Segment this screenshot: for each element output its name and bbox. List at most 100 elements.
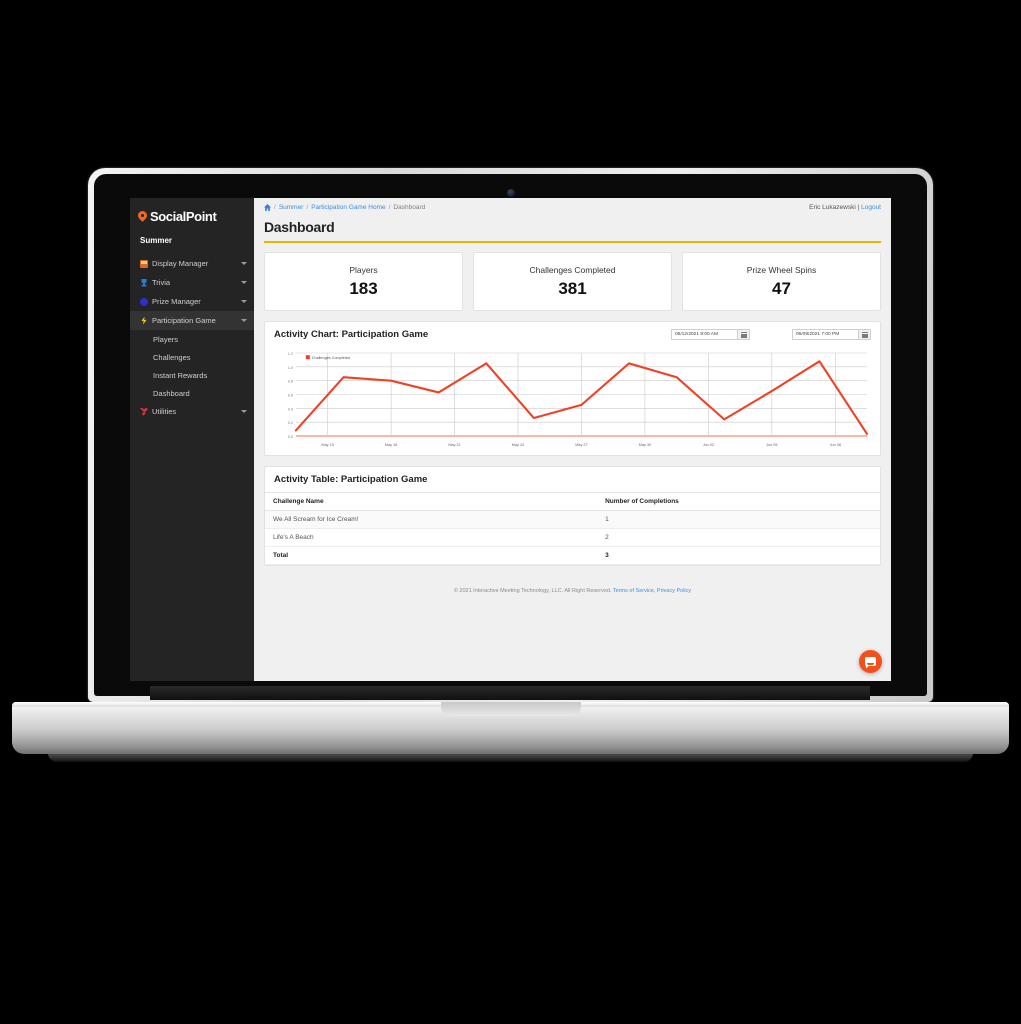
svg-text:Challenges Completed: Challenges Completed — [312, 356, 350, 360]
footer: © 2021 Interactive Meeting Technology, L… — [264, 566, 881, 594]
page-header: Dashboard — [254, 217, 891, 243]
chart-container: 0.0 0.2 0.4 0.6 0.8 1.0 1.2 May 15 May 18 May 21 M… — [265, 347, 880, 455]
svg-text:Jun 02: Jun 02 — [703, 443, 714, 447]
sidebar-item-utilities[interactable]: Utilities — [130, 402, 254, 421]
home-icon[interactable] — [264, 204, 271, 211]
svg-text:0.8: 0.8 — [288, 380, 293, 384]
content-area: Players 183 Challenges Completed 381 Pri… — [254, 243, 891, 594]
lid-shadow — [150, 686, 870, 700]
table-row: We All Scream for Ice Cream! 1 — [265, 510, 880, 529]
user-area: Eric Lukazewski | Logout — [809, 204, 881, 211]
column-header-challenge-name: Challenge Name — [265, 492, 598, 511]
calendar-icon — [740, 331, 747, 338]
sidebar-subitem-players[interactable]: Players — [130, 330, 254, 348]
sidebar-item-label: Display Manager — [152, 259, 209, 268]
stat-label: Players — [349, 264, 378, 275]
terms-link[interactable]: Terms of Service, — [613, 588, 655, 594]
activity-table-panel: Activity Table: Participation Game Chall… — [264, 466, 881, 566]
svg-text:0.0: 0.0 — [288, 435, 293, 439]
svg-text:May 27: May 27 — [575, 443, 587, 447]
column-header-number-of-completions: Number of Completions — [597, 492, 880, 511]
breadcrumb-item-participation-game-home[interactable]: Participation Game Home — [311, 204, 385, 211]
table-row: Life's A Beach 2 — [265, 528, 880, 547]
stat-card-challenges-completed: Challenges Completed 381 — [473, 252, 672, 311]
chart-svg: 0.0 0.2 0.4 0.6 0.8 1.0 1.2 May 15 May 18 May 21 M… — [288, 352, 869, 447]
svg-text:0.6: 0.6 — [288, 393, 293, 397]
svg-text:May 30: May 30 — [639, 443, 651, 447]
cell-completions: 1 — [597, 510, 880, 529]
privacy-link[interactable]: Privacy Policy — [657, 588, 691, 594]
sidebar-item-label: Trivia — [152, 278, 171, 287]
sidebar-item-display-manager[interactable]: Display Manager — [130, 254, 254, 273]
topbar: / Summer / Participation Game Home / Das… — [254, 198, 891, 217]
stat-value: 47 — [772, 278, 791, 298]
svg-text:May 15: May 15 — [321, 443, 333, 447]
footer-copyright: © 2021 Interactive Meeting Technology, L… — [453, 588, 612, 594]
event-name: Summer — [140, 236, 173, 245]
svg-text:0.4: 0.4 — [288, 407, 293, 411]
sidebar-subitem-challenges[interactable]: Challenges — [130, 348, 254, 366]
trophy-icon — [141, 278, 147, 287]
chart-title: Activity Chart: Participation Game — [274, 329, 429, 340]
sidebar-item-trivia[interactable]: Trivia — [130, 273, 254, 292]
chevron-down-icon — [241, 410, 247, 413]
brand-name: SocialPoint — [150, 209, 217, 224]
stat-cards: Players 183 Challenges Completed 381 Pri… — [264, 252, 881, 311]
svg-text:1.2: 1.2 — [288, 352, 293, 356]
svg-text:May 21: May 21 — [448, 443, 460, 447]
cell-completions: 2 — [597, 528, 880, 547]
wrench-icon — [140, 407, 148, 416]
chat-bubble-icon — [865, 657, 876, 666]
user-divider: | — [857, 204, 860, 211]
stat-label: Challenges Completed — [529, 264, 616, 275]
chat-widget-button[interactable] — [859, 650, 882, 673]
cell-total-count: 3 — [597, 546, 880, 565]
breadcrumb-item-dashboard: Dashboard — [393, 204, 426, 211]
sidebar-subitem-dashboard[interactable]: Dashboard — [130, 384, 254, 402]
stat-label: Prize Wheel Spins — [746, 264, 817, 275]
start-date-input[interactable] — [671, 329, 737, 340]
breadcrumb: / Summer / Participation Game Home / Das… — [264, 204, 425, 211]
calendar-button-start[interactable] — [737, 329, 750, 340]
activity-chart-panel: Activity Chart: Participation Game 05/12… — [264, 321, 881, 456]
end-date-input[interactable] — [792, 329, 858, 340]
app-root: SocialPoint Summer Display Manager Trivi… — [130, 198, 891, 681]
table-panel-header: Activity Table: Participation Game — [265, 467, 880, 492]
sidebar-item-label: Participation Game — [152, 316, 216, 325]
page-title: Dashboard — [264, 219, 335, 235]
chevron-down-icon — [241, 300, 247, 303]
user-name: Eric Lukazewski — [809, 204, 856, 211]
svg-text:Jun 05: Jun 05 — [766, 443, 777, 447]
chevron-down-icon — [241, 319, 247, 322]
table-header-row: Challenge Name Number of Completions — [265, 492, 880, 511]
end-date-picker[interactable] — [792, 329, 871, 340]
calendar-button-end[interactable] — [858, 329, 871, 340]
laptop-mockup: SocialPoint Summer Display Manager Trivi… — [0, 0, 1021, 1024]
date-range-pickers — [671, 329, 871, 340]
cell-challenge-name: We All Scream for Ice Cream! — [265, 510, 598, 529]
breadcrumb-item-summer[interactable]: Summer — [279, 204, 304, 211]
breadcrumb-separator: / — [306, 204, 309, 211]
start-date-picker[interactable] — [671, 329, 750, 340]
stat-value: 183 — [349, 278, 378, 298]
sidebar-item-prize-manager[interactable]: Prize Manager — [130, 292, 254, 311]
brand-logo[interactable]: SocialPoint — [130, 198, 254, 224]
map-pin-icon — [138, 211, 147, 223]
activity-table: Challenge Name Number of Completions We … — [265, 492, 880, 565]
cell-challenge-name: Life's A Beach — [265, 528, 598, 547]
circle-icon — [140, 297, 148, 306]
table-row-total: Total 3 — [265, 546, 880, 565]
sidebar-subitem-instant-rewards[interactable]: Instant Rewards — [130, 366, 254, 384]
screen-content: SocialPoint Summer Display Manager Trivi… — [130, 198, 891, 681]
cell-total-label: Total — [265, 546, 598, 565]
line-chart: 0.0 0.2 0.4 0.6 0.8 1.0 1.2 May 15 May 18 May 21 M… — [274, 347, 871, 450]
svg-text:0.2: 0.2 — [288, 421, 293, 425]
display-icon — [140, 259, 148, 268]
logout-link[interactable]: Logout — [861, 204, 881, 211]
svg-text:May 18: May 18 — [385, 443, 397, 447]
bolt-icon — [141, 316, 147, 325]
svg-text:May 24: May 24 — [512, 443, 524, 447]
stat-card-prize-wheel-spins: Prize Wheel Spins 47 — [682, 252, 881, 311]
chevron-down-icon — [241, 281, 247, 284]
sidebar-item-participation-game[interactable]: Participation Game — [130, 311, 254, 330]
